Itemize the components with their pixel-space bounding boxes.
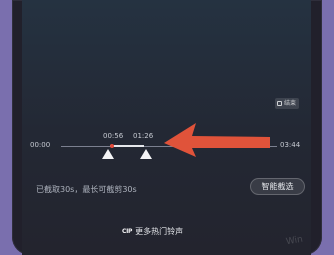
selection-end-time: 01:26 — [133, 132, 154, 140]
more-ringtones-link[interactable]: CIP 更多热门铃声 — [122, 225, 183, 237]
ringtone-editor-screen: 结束 00:00 00:56 01:26 03:44 已截取30s，最长可截剪3… — [22, 0, 311, 255]
selected-range — [110, 145, 144, 147]
selection-start-handle[interactable] — [102, 149, 114, 159]
selection-start-time: 00:56 — [103, 132, 124, 140]
smart-clip-button[interactable]: 智能截选 — [250, 178, 305, 195]
clip-info-text: 已截取30s，最长可截剪30s — [36, 185, 137, 194]
end-chip[interactable]: 结束 — [275, 98, 300, 109]
end-time-label: 03:44 — [280, 141, 301, 149]
playhead — [110, 144, 114, 148]
end-chip-label: 结束 — [284, 100, 297, 107]
red-arrow-annotation — [164, 123, 270, 157]
selection-end-handle[interactable] — [140, 149, 152, 159]
lyrics-panel — [22, 0, 311, 118]
start-time-label: 00:00 — [30, 141, 51, 149]
end-icon — [277, 101, 282, 106]
ringtone-logo-icon: CIP — [122, 227, 133, 235]
more-ringtones-label: 更多热门铃声 — [135, 226, 184, 236]
